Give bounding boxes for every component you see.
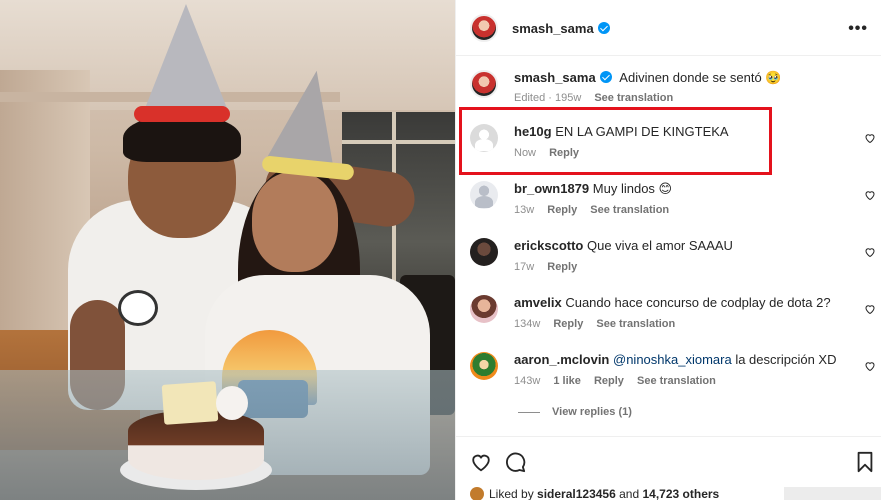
- reply-button[interactable]: Reply: [594, 375, 624, 387]
- gray-overlay: [784, 487, 881, 500]
- post-panel: smash_sama ••• smash_sama Adivinen donde…: [455, 0, 881, 500]
- avatar[interactable]: [470, 352, 498, 380]
- comment-username[interactable]: aaron_.mclovin: [514, 352, 609, 367]
- liked-by: Liked by sideral123456 and 14,723 others: [470, 487, 719, 500]
- see-translation-link[interactable]: See translation: [594, 92, 673, 104]
- highlight-box: [459, 107, 772, 175]
- reply-button[interactable]: Reply: [547, 261, 577, 273]
- avatar[interactable]: [470, 181, 498, 209]
- see-translation-link[interactable]: See translation: [596, 318, 675, 330]
- heart-icon[interactable]: [864, 246, 876, 258]
- comment-text: Que viva el amor SAAAU: [587, 238, 733, 253]
- comment-mention-link[interactable]: @ninoshka_xiomara: [613, 352, 732, 367]
- comment-time: 17w: [514, 261, 535, 273]
- view-replies-button[interactable]: View replies (1): [518, 406, 632, 418]
- comment-like-count[interactable]: 1 like: [553, 375, 581, 387]
- verified-badge-icon: [597, 22, 610, 34]
- verified-badge-icon: [599, 71, 612, 83]
- heart-icon[interactable]: [864, 360, 876, 372]
- avatar[interactable]: [470, 14, 498, 42]
- comment-time: 143w: [514, 375, 541, 387]
- post-header: smash_sama •••: [456, 0, 881, 56]
- post-photo[interactable]: [0, 0, 455, 500]
- caption-text: Adivinen donde se sentó 🥹: [619, 70, 782, 85]
- see-translation-link[interactable]: See translation: [637, 375, 716, 387]
- caption-username[interactable]: smash_sama: [514, 70, 596, 85]
- avatar[interactable]: [470, 295, 498, 323]
- reply-button[interactable]: Reply: [553, 318, 583, 330]
- avatar[interactable]: [470, 487, 484, 500]
- comment-username[interactable]: amvelix: [514, 295, 562, 310]
- heart-icon[interactable]: [864, 132, 876, 144]
- comment-time: 13w: [514, 204, 535, 216]
- avatar[interactable]: [470, 238, 498, 266]
- header-username[interactable]: smash_sama: [512, 21, 610, 36]
- more-options-icon[interactable]: •••: [848, 20, 868, 38]
- comment-text: Cuando hace concurso de codplay de dota …: [565, 295, 831, 310]
- likes-count[interactable]: 14,723 others: [643, 487, 720, 500]
- comment-text: la descripción XD: [731, 352, 837, 367]
- comment-username[interactable]: br_own1879: [514, 181, 589, 196]
- avatar[interactable]: [470, 70, 498, 98]
- see-translation-link[interactable]: See translation: [590, 204, 669, 216]
- party-hat: [142, 4, 230, 116]
- heart-icon[interactable]: [864, 303, 876, 315]
- bookmark-icon[interactable]: [855, 451, 875, 473]
- heart-icon[interactable]: [470, 451, 492, 473]
- divider: [518, 411, 540, 413]
- liked-by-username[interactable]: sideral123456: [537, 487, 616, 500]
- comment-time: 134w: [514, 318, 541, 330]
- comment-username[interactable]: erickscotto: [514, 238, 583, 253]
- comment-icon[interactable]: [504, 451, 526, 473]
- heart-icon[interactable]: [864, 189, 876, 201]
- comment-text: Muy lindos 😊: [592, 181, 673, 196]
- reply-button[interactable]: Reply: [547, 204, 577, 216]
- caption-edited: Edited · 195w: [514, 92, 582, 104]
